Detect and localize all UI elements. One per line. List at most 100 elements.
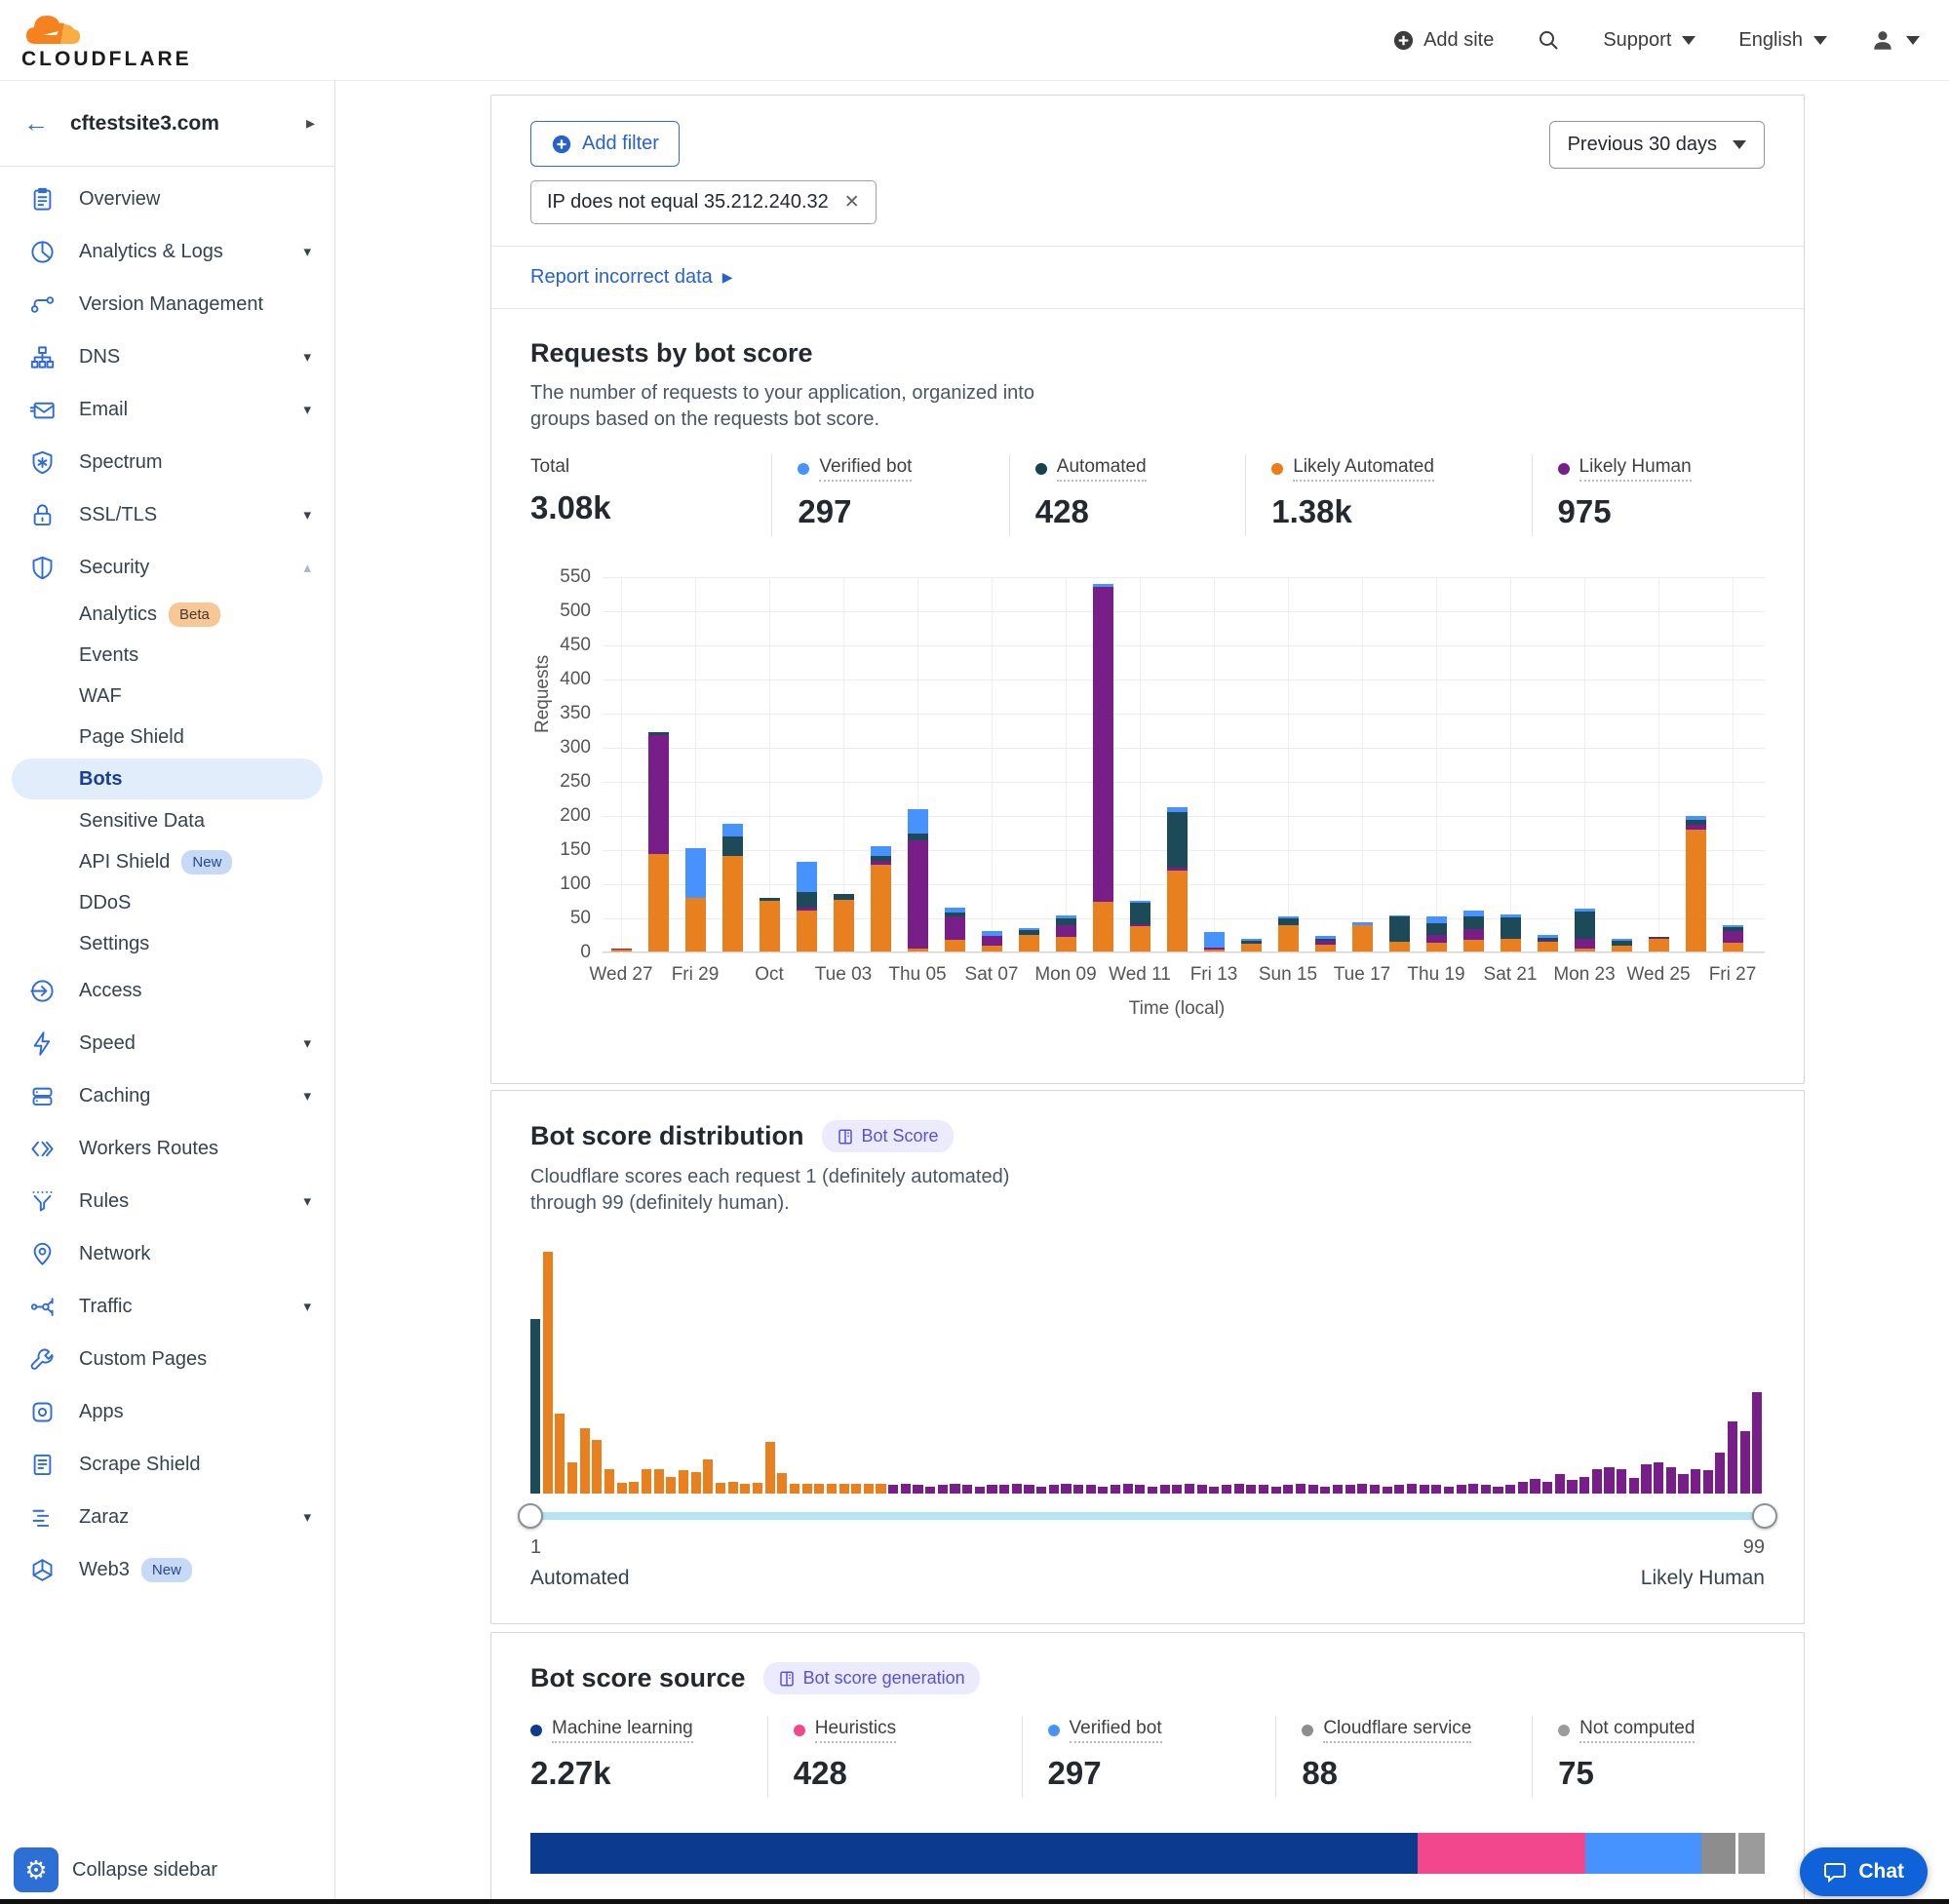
distribution-bar-score-5[interactable] bbox=[580, 1428, 590, 1494]
distribution-bar-score-33[interactable] bbox=[925, 1487, 935, 1494]
bot-score-badge[interactable]: Bot Score bbox=[822, 1120, 954, 1152]
distribution-bar-score-90[interactable] bbox=[1629, 1478, 1639, 1494]
bar-segment-automated[interactable] bbox=[908, 834, 928, 840]
distribution-bar-score-84[interactable] bbox=[1555, 1474, 1565, 1494]
sidebar-item-rules[interactable]: Rules▾ bbox=[0, 1175, 334, 1227]
source-segment-cloudflare-service[interactable] bbox=[1701, 1833, 1735, 1874]
distribution-bar-score-100[interactable] bbox=[1752, 1392, 1762, 1494]
distribution-bar-score-50[interactable] bbox=[1135, 1485, 1145, 1494]
distribution-bar-score-19[interactable] bbox=[753, 1483, 762, 1494]
sidebar-item-events[interactable]: Events bbox=[0, 635, 334, 676]
distribution-bar-score-40[interactable] bbox=[1012, 1484, 1022, 1494]
add-site-button[interactable]: Add site bbox=[1392, 29, 1494, 52]
chevron-right-icon[interactable]: ▸ bbox=[306, 113, 315, 134]
distribution-bar-score-86[interactable] bbox=[1579, 1477, 1589, 1494]
slider-handle-max[interactable] bbox=[1752, 1503, 1777, 1529]
language-menu[interactable]: English bbox=[1738, 29, 1827, 52]
bar-segment-verified-bot[interactable] bbox=[685, 848, 706, 898]
distribution-bar-score-63[interactable] bbox=[1296, 1484, 1306, 1494]
bar-segment-likely-automated[interactable] bbox=[1649, 939, 1669, 952]
stat-label[interactable]: Verified bot bbox=[819, 456, 912, 482]
stat-label[interactable]: Not computed bbox=[1579, 1718, 1695, 1743]
bar-segment-likely-human[interactable] bbox=[1723, 931, 1743, 943]
sidebar-item-overview[interactable]: Overview bbox=[0, 173, 334, 225]
distribution-bar-score-35[interactable] bbox=[950, 1484, 959, 1494]
bar-fri-20[interactable] bbox=[1463, 911, 1484, 952]
sidebar-item-dns[interactable]: DNS▾ bbox=[0, 330, 334, 383]
bar-thu-26[interactable] bbox=[1686, 816, 1706, 952]
back-arrow-icon[interactable]: ← bbox=[23, 108, 49, 138]
distribution-bar-score-94[interactable] bbox=[1678, 1474, 1688, 1494]
distribution-bar-score-26[interactable] bbox=[839, 1484, 849, 1494]
bar-thu-05[interactable] bbox=[908, 809, 928, 952]
bar-segment-likely-automated[interactable] bbox=[1463, 940, 1484, 952]
distribution-bar-score-1[interactable] bbox=[530, 1319, 540, 1494]
distribution-bar-score-28[interactable] bbox=[864, 1484, 874, 1494]
distribution-bar-score-43[interactable] bbox=[1049, 1485, 1059, 1494]
add-filter-button[interactable]: Add filter bbox=[530, 121, 680, 167]
search-button[interactable] bbox=[1537, 28, 1560, 52]
distribution-bar-score-7[interactable] bbox=[604, 1469, 614, 1494]
bar-segment-likely-automated[interactable] bbox=[1167, 871, 1188, 952]
distribution-bar-score-41[interactable] bbox=[1024, 1485, 1033, 1494]
bar-segment-likely-automated[interactable] bbox=[1686, 830, 1706, 952]
distribution-bar-score-9[interactable] bbox=[629, 1482, 639, 1494]
distribution-bar-score-11[interactable] bbox=[654, 1469, 664, 1494]
close-icon[interactable]: ✕ bbox=[844, 191, 860, 214]
bar-segment-automated[interactable] bbox=[1426, 923, 1447, 935]
distribution-bar-score-67[interactable] bbox=[1345, 1485, 1355, 1494]
bar-segment-likely-automated[interactable] bbox=[1575, 949, 1595, 952]
bar-wed-27[interactable] bbox=[611, 949, 632, 952]
bar-segment-automated[interactable] bbox=[797, 892, 817, 908]
bar-segment-likely-automated[interactable] bbox=[908, 949, 928, 952]
sidebar-item-settings[interactable]: Settings bbox=[0, 923, 334, 964]
distribution-bar-score-77[interactable] bbox=[1468, 1484, 1478, 1494]
bar-segment-automated[interactable] bbox=[1130, 903, 1150, 924]
distribution-bar-score-95[interactable] bbox=[1691, 1469, 1700, 1494]
distribution-bar-score-31[interactable] bbox=[901, 1484, 911, 1494]
distribution-bar-score-64[interactable] bbox=[1308, 1485, 1318, 1494]
stat-label[interactable]: Verified bot bbox=[1070, 1718, 1162, 1743]
distribution-bar-score-78[interactable] bbox=[1481, 1485, 1491, 1494]
sidebar-item-bots[interactable]: Bots bbox=[12, 758, 323, 799]
bar-sun-22[interactable] bbox=[1538, 935, 1558, 952]
bar-wed-04[interactable] bbox=[871, 846, 891, 952]
sidebar-item-api-shield[interactable]: API ShieldNew bbox=[0, 841, 334, 882]
date-range-select[interactable]: Previous 30 days bbox=[1549, 121, 1765, 169]
distribution-bar-score-55[interactable] bbox=[1197, 1485, 1207, 1494]
stat-label[interactable]: Heuristics bbox=[815, 1718, 896, 1743]
distribution-bar-score-25[interactable] bbox=[827, 1484, 837, 1494]
distribution-bar-score-71[interactable] bbox=[1394, 1485, 1404, 1494]
bar-wed-11[interactable] bbox=[1130, 901, 1150, 952]
filter-chip[interactable]: IP does not equal 35.212.240.32 ✕ bbox=[530, 180, 877, 224]
site-selector[interactable]: ← cftestsite3.com ▸ bbox=[0, 81, 334, 167]
bar-sun-08[interactable] bbox=[1019, 928, 1039, 952]
distribution-bar-score-79[interactable] bbox=[1493, 1487, 1502, 1494]
bar-segment-likely-automated[interactable] bbox=[1389, 942, 1410, 952]
sidebar-item-email[interactable]: Email▾ bbox=[0, 383, 334, 436]
bar-tue-10[interactable] bbox=[1093, 584, 1113, 952]
distribution-bar-score-18[interactable] bbox=[740, 1484, 750, 1494]
bar-segment-automated[interactable] bbox=[1463, 916, 1484, 929]
distribution-bar-score-47[interactable] bbox=[1098, 1487, 1108, 1494]
bar-wed-25[interactable] bbox=[1649, 937, 1669, 952]
distribution-bar-score-37[interactable] bbox=[975, 1487, 985, 1494]
distribution-bar-score-92[interactable] bbox=[1654, 1462, 1663, 1494]
bar-segment-likely-automated[interactable] bbox=[1241, 944, 1262, 952]
source-segment-not-computed[interactable] bbox=[1735, 1833, 1765, 1874]
distribution-bar-score-46[interactable] bbox=[1086, 1485, 1096, 1494]
distribution-bar-score-49[interactable] bbox=[1123, 1484, 1133, 1494]
bar-segment-automated[interactable] bbox=[1389, 916, 1410, 941]
bar-segment-likely-human[interactable] bbox=[1463, 929, 1484, 940]
bar-segment-likely-automated[interactable] bbox=[797, 911, 817, 952]
sidebar-item-security[interactable]: Security▴ bbox=[0, 541, 334, 594]
distribution-bar-score-72[interactable] bbox=[1407, 1484, 1417, 1494]
bar-mon-09[interactable] bbox=[1056, 915, 1076, 952]
bar-segment-likely-automated[interactable] bbox=[1278, 925, 1299, 952]
bar-segment-likely-automated[interactable] bbox=[648, 854, 669, 952]
bar-segment-verified-bot[interactable] bbox=[722, 824, 743, 836]
stat-label[interactable]: Likely Automated bbox=[1293, 456, 1434, 482]
distribution-bar-score-38[interactable] bbox=[987, 1485, 996, 1494]
distribution-bar-score-74[interactable] bbox=[1431, 1485, 1441, 1494]
bar-segment-likely-automated[interactable] bbox=[1352, 925, 1373, 952]
